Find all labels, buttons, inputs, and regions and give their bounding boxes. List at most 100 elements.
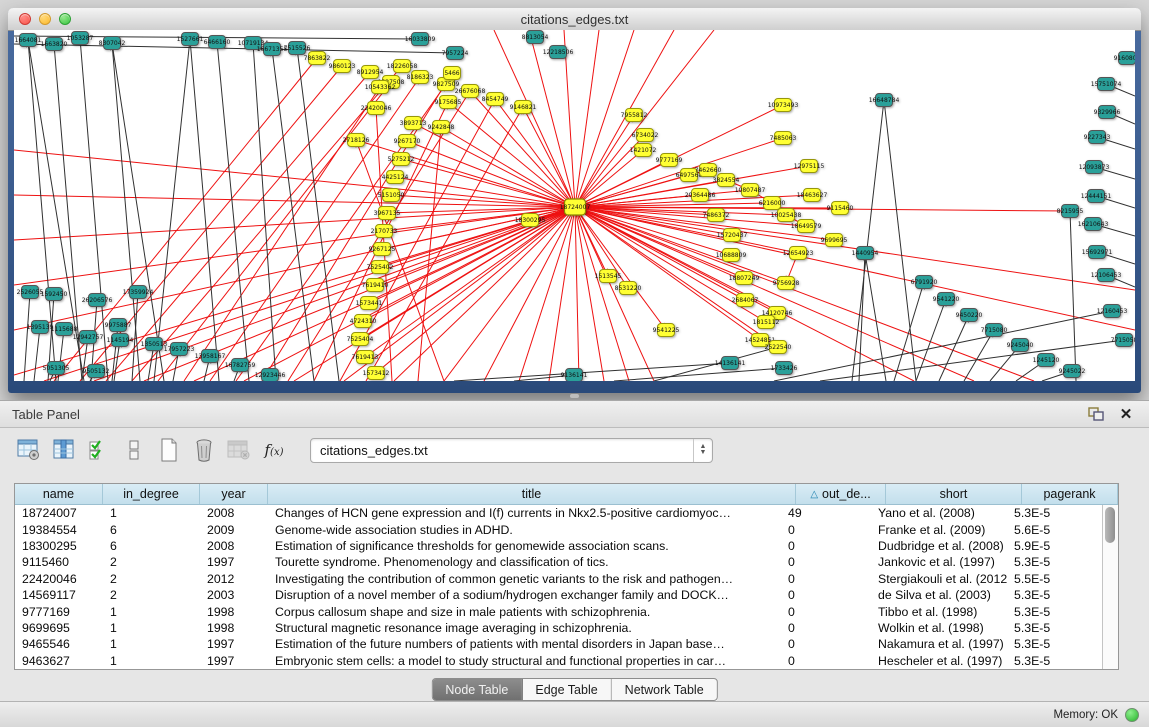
column-header[interactable]: △out_de... bbox=[796, 484, 886, 504]
graph-node[interactable]: 9175685 bbox=[435, 96, 462, 109]
graph-node[interactable]: 9115460 bbox=[827, 202, 854, 215]
column-header[interactable]: short bbox=[886, 484, 1022, 504]
graph-node[interactable]: 1245120 bbox=[1033, 354, 1060, 367]
graph-node[interactable]: 1733426 bbox=[771, 362, 798, 375]
graph-node[interactable]: 14136141 bbox=[715, 357, 746, 370]
function-builder-icon[interactable]: f(x) bbox=[261, 437, 287, 463]
graph-node[interactable]: 12218506 bbox=[543, 46, 574, 59]
table-selector-dropdown[interactable]: citations_edges.txt ▲▼ bbox=[310, 438, 713, 463]
graph-node[interactable]: 1421072 bbox=[630, 144, 657, 157]
graph-node[interactable]: 6791920 bbox=[911, 276, 938, 289]
new-column-icon[interactable] bbox=[156, 437, 182, 463]
graph-node[interactable]: 18649579 bbox=[791, 220, 822, 233]
graph-node[interactable]: 18724007 bbox=[560, 199, 591, 215]
graph-node[interactable]: 1053287 bbox=[67, 32, 94, 45]
graph-node[interactable]: 12923446 bbox=[255, 369, 286, 382]
graph-node[interactable]: 9160800 bbox=[1114, 52, 1135, 65]
graph-node[interactable]: 12654923 bbox=[783, 247, 814, 260]
float-panel-icon[interactable] bbox=[1085, 405, 1107, 423]
graph-node[interactable]: 7715058 bbox=[1111, 334, 1135, 347]
graph-node[interactable]: 1592450 bbox=[41, 288, 68, 301]
window-titlebar[interactable]: citations_edges.txt bbox=[8, 8, 1141, 31]
graph-node[interactable]: 12093873 bbox=[1079, 161, 1110, 174]
graph-node[interactable]: 15692971 bbox=[1082, 246, 1113, 259]
minimize-window-icon[interactable] bbox=[39, 13, 51, 25]
select-columns-icon[interactable] bbox=[86, 437, 112, 463]
graph-node[interactable]: 1527661 bbox=[177, 33, 204, 46]
graph-node[interactable]: 9450220 bbox=[956, 309, 983, 322]
graph-node[interactable]: 9227343 bbox=[1084, 131, 1111, 144]
graph-node[interactable]: 8912954 bbox=[357, 66, 384, 79]
graph-node[interactable]: 9975887 bbox=[105, 319, 132, 332]
graph-node[interactable]: 9267170 bbox=[394, 135, 421, 148]
graph-node[interactable]: 7715080 bbox=[981, 324, 1008, 337]
column-header[interactable]: name bbox=[15, 484, 103, 504]
column-header[interactable]: year bbox=[200, 484, 268, 504]
graph-node[interactable]: 8307042 bbox=[99, 37, 126, 50]
scrollbar-thumb[interactable] bbox=[1105, 507, 1115, 543]
table-row[interactable]: 946554611997Estimation of the future num… bbox=[15, 636, 1103, 652]
graph-node[interactable]: 4425124 bbox=[382, 171, 409, 184]
table-row[interactable]: 1938455462009Genome-wide association stu… bbox=[15, 521, 1103, 537]
graph-node[interactable]: 7957224 bbox=[442, 47, 469, 60]
graph-node[interactable]: 9245022 bbox=[1059, 365, 1086, 378]
graph-node[interactable]: 22420046 bbox=[361, 102, 392, 115]
graph-node[interactable]: 10025438 bbox=[771, 209, 802, 222]
close-panel-icon[interactable]: ✕ bbox=[1115, 405, 1137, 423]
graph-node[interactable]: 8186323 bbox=[407, 71, 434, 84]
graph-node[interactable]: 5051305 bbox=[43, 362, 70, 375]
graph-node[interactable]: 9146821 bbox=[510, 101, 537, 114]
graph-node[interactable]: 16648784 bbox=[869, 94, 900, 107]
network-canvas[interactable]: 1664081166382010532878307042152766164661… bbox=[14, 30, 1135, 381]
graph-node[interactable]: 3824554 bbox=[713, 174, 740, 187]
graph-node[interactable]: 7515526 bbox=[284, 42, 311, 55]
graph-node[interactable]: 1573412 bbox=[363, 367, 390, 380]
table-row[interactable]: 911546021997Tourette syndrome. Phenomeno… bbox=[15, 554, 1103, 570]
tab-network-table[interactable]: Network Table bbox=[612, 679, 717, 700]
graph-node[interactable]: 12975115 bbox=[794, 160, 825, 173]
row-mode-icon[interactable] bbox=[121, 437, 147, 463]
table-options-icon[interactable] bbox=[16, 437, 42, 463]
graph-node[interactable]: 8813054 bbox=[522, 31, 549, 44]
graph-node[interactable]: 1663820 bbox=[41, 38, 68, 51]
graph-node[interactable]: 7619410 bbox=[362, 279, 389, 292]
graph-node[interactable]: 10973493 bbox=[768, 99, 799, 112]
graph-node[interactable]: 8454749 bbox=[482, 93, 509, 106]
graph-node[interactable]: 5275212 bbox=[388, 153, 415, 166]
graph-node[interactable]: 9860123 bbox=[329, 60, 356, 73]
graph-node[interactable]: 17957223 bbox=[164, 343, 195, 356]
table-row[interactable]: 1872400712008Changes of HCN gene express… bbox=[15, 505, 1103, 521]
table-row[interactable]: 969969511998Structural magnetic resonanc… bbox=[15, 620, 1103, 636]
graph-node[interactable]: 9541220 bbox=[933, 293, 960, 306]
graph-node[interactable]: 2526055 bbox=[17, 286, 44, 299]
graph-node[interactable]: 12444151 bbox=[1081, 190, 1112, 203]
table-row[interactable]: 946362711997Embryonic stem cells: a mode… bbox=[15, 653, 1103, 669]
graph-node[interactable]: 9267125 bbox=[369, 243, 396, 256]
graph-node[interactable]: 9541225 bbox=[653, 324, 680, 337]
column-header[interactable]: in_degree bbox=[103, 484, 200, 504]
graph-node[interactable]: 9136141 bbox=[561, 369, 588, 382]
column-header[interactable]: pagerank bbox=[1022, 484, 1118, 504]
graph-node[interactable]: 9245040 bbox=[1007, 339, 1034, 352]
graph-node[interactable]: 26206576 bbox=[82, 294, 113, 307]
table-row[interactable]: 1830029562008Estimation of significance … bbox=[15, 538, 1103, 554]
graph-node[interactable]: 8531220 bbox=[615, 282, 642, 295]
close-window-icon[interactable] bbox=[19, 13, 31, 25]
table-row[interactable]: 1456911722003Disruption of a novel membe… bbox=[15, 587, 1103, 603]
table-row[interactable]: 2242004622012Investigating the contribut… bbox=[15, 571, 1103, 587]
graph-node[interactable]: 9505132 bbox=[83, 365, 110, 378]
delete-column-icon[interactable] bbox=[191, 437, 217, 463]
graph-node[interactable]: 7485063 bbox=[770, 132, 797, 145]
column-header[interactable]: title bbox=[268, 484, 796, 504]
tab-edge-table[interactable]: Edge Table bbox=[522, 679, 611, 700]
graph-node[interactable]: 13958167 bbox=[195, 350, 226, 363]
graph-node[interactable]: 16033809 bbox=[405, 33, 436, 46]
panel-divider-handle[interactable] bbox=[570, 394, 579, 398]
graph-node[interactable]: 2170733 bbox=[371, 225, 398, 238]
graph-node[interactable]: 16210643 bbox=[1078, 218, 1109, 231]
graph-node[interactable]: 17359924 bbox=[123, 286, 154, 299]
graph-node[interactable]: 9756928 bbox=[773, 277, 800, 290]
graph-node[interactable]: 2718126 bbox=[343, 134, 370, 147]
vertical-scrollbar[interactable] bbox=[1102, 505, 1118, 669]
graph-node[interactable]: 7863822 bbox=[304, 52, 331, 65]
